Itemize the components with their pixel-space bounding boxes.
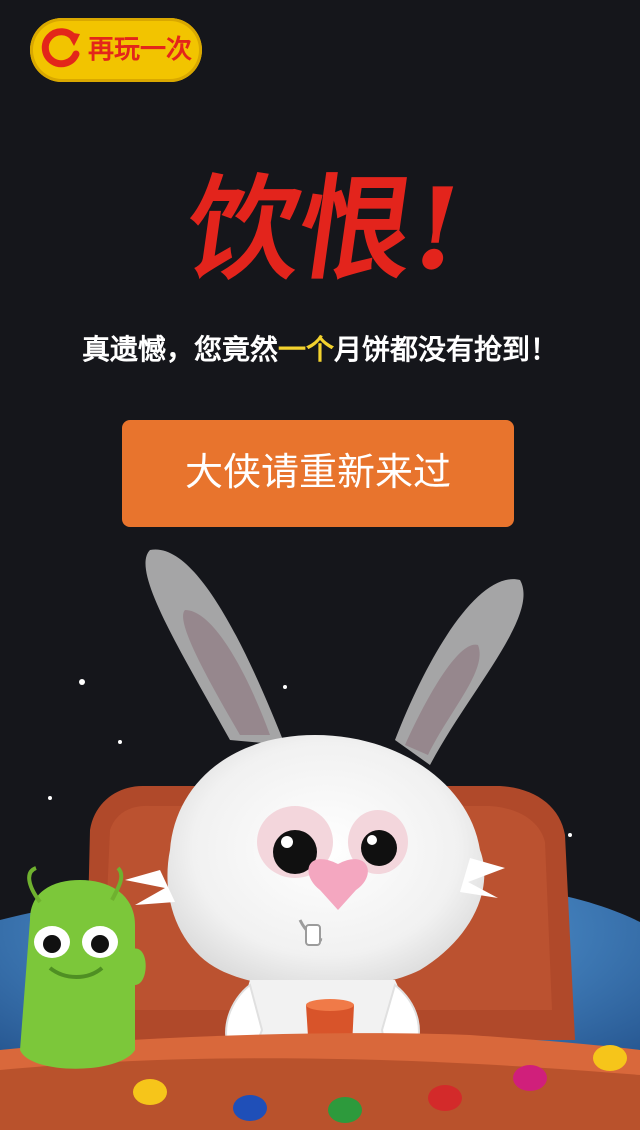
result-message-before: 真遗憾，您竟然 (81, 333, 278, 366)
refresh-icon (34, 22, 90, 78)
replay-label: 再玩一次 (88, 35, 193, 65)
restart-button[interactable]: 大侠请重新来过 (122, 420, 514, 527)
result-message: 真遗憾，您竟然一个月饼都没有抢到！ (0, 328, 640, 368)
page-title-text: 饮恨! (179, 163, 470, 295)
game-illustration (0, 549, 640, 1130)
page-title: 饮恨! (179, 163, 470, 295)
result-message-after: 月饼都没有抢到！ (334, 333, 559, 366)
result-message-highlight: 一个 (277, 333, 334, 366)
replay-button[interactable]: 再玩一次 (30, 18, 202, 82)
